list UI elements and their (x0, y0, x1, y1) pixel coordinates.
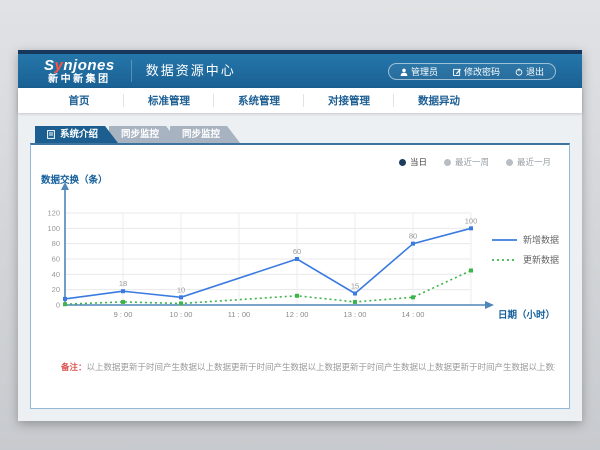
user-pill: 管理员 修改密码 退出 (388, 63, 556, 80)
y-tick-label: 60 (52, 255, 60, 264)
user-label: 管理员 (411, 65, 438, 78)
tab-label: 系统介绍 (60, 126, 98, 143)
y-tick-label: 80 (52, 239, 60, 248)
data-point-marker (295, 294, 299, 298)
radio-dot (506, 159, 513, 166)
data-point-label: 10 (177, 285, 185, 294)
x-tick-label: 13 : 00 (344, 310, 367, 319)
data-point-marker (179, 301, 183, 305)
x-axis-title: 日期（小时） (498, 309, 555, 321)
app-header: Synjones 新中新集团 数据资源中心 管理员 修改密码 退出 (18, 50, 582, 88)
data-point-label: 100 (465, 216, 478, 225)
y-tick-label: 120 (47, 209, 60, 218)
note-prefix: 备注： (61, 362, 87, 372)
legend-label: 更新数据 (523, 254, 559, 265)
chart-panel: 当日 最近一周 最近一月 0 20 40 60 80 100 120 9 : 00 10 : 0… (30, 143, 570, 409)
note-text: 以上数据更新于时间产生数据以上数据更新于时间产生数据以上数据更新于时间产生数据以… (87, 362, 555, 372)
nav-item-system-mgmt[interactable]: 系统管理 (214, 88, 304, 113)
radio-dot (444, 159, 451, 166)
radio-label: 当日 (410, 156, 427, 168)
x-tick-label: 11 : 00 (228, 310, 250, 319)
data-point-label: 18 (119, 279, 127, 288)
page: Synjones 新中新集团 数据资源中心 管理员 修改密码 退出 首页 标准管… (18, 50, 582, 421)
x-axis-arrow (485, 301, 494, 309)
tab-label: 同步监控 (121, 126, 159, 143)
footer-note: 备注：以上数据更新于时间产生数据以上数据更新于时间产生数据以上数据更新于时间产生… (61, 361, 555, 374)
radio-dot (399, 159, 406, 166)
main-nav: 首页 标准管理 系统管理 对接管理 数据异动 (18, 88, 582, 113)
radio-option-last-month[interactable]: 最近一月 (506, 156, 551, 168)
data-point-label: 80 (409, 232, 417, 241)
data-point-marker (411, 242, 415, 246)
tab-label: 同步监控 (182, 126, 220, 143)
brand-logo[interactable]: Synjones 新中新集团 (44, 58, 115, 85)
chart-wrap: 0 20 40 60 80 100 120 9 : 00 10 : 00 11 : 00 12 : … (37, 171, 563, 344)
data-point-marker (295, 257, 299, 261)
user-button[interactable]: 管理员 (400, 65, 438, 78)
y-axis-title: 数据交换（条） (40, 174, 108, 186)
change-password-button[interactable]: 修改密码 (453, 65, 500, 78)
radio-label: 最近一月 (517, 156, 551, 168)
data-point-marker (121, 300, 125, 304)
nav-item-data-change[interactable]: 数据异动 (394, 88, 484, 113)
power-icon (515, 68, 523, 76)
tab-bar: 系统介绍 同步监控 同步监控 (18, 113, 582, 143)
data-point-marker (469, 226, 473, 230)
tab-sync-monitor-1[interactable]: 同步监控 (109, 126, 179, 143)
data-point-marker (179, 295, 183, 299)
radio-option-last-week[interactable]: 最近一周 (444, 156, 489, 168)
change-password-label: 修改密码 (464, 65, 500, 78)
line-chart: 0 20 40 60 80 100 120 9 : 00 10 : 00 11 : 00 12 : … (37, 171, 563, 339)
app-title: 数据资源中心 (131, 60, 236, 82)
logo-sub: 新中新集团 (44, 75, 115, 85)
tab-system-intro[interactable]: 系统介绍 (35, 126, 118, 143)
edit-icon (453, 68, 461, 76)
data-point-marker (411, 295, 415, 299)
radio-option-today[interactable]: 当日 (399, 156, 427, 168)
logo-main: Synjones (44, 58, 115, 73)
data-point-marker (469, 269, 473, 273)
nav-item-interface-mgmt[interactable]: 对接管理 (304, 88, 394, 113)
x-tick-label: 10 : 00 (170, 310, 193, 319)
y-tick-label: 40 (52, 270, 60, 279)
data-point-label: 60 (293, 247, 301, 256)
logout-label: 退出 (526, 65, 544, 78)
content-area: 系统介绍 同步监控 同步监控 当日 最近一周 (18, 113, 582, 421)
range-filter: 当日 最近一周 最近一月 (399, 156, 551, 168)
data-point-label: 15 (351, 282, 359, 291)
document-icon (47, 130, 55, 139)
data-point-marker (121, 289, 125, 293)
data-point-marker (353, 292, 357, 296)
x-tick-label: 14 : 00 (402, 310, 425, 319)
x-tick-label: 9 : 00 (114, 310, 133, 319)
user-icon (400, 68, 408, 76)
radio-label: 最近一周 (455, 156, 489, 168)
x-tick-label: 12 : 00 (286, 310, 309, 319)
y-tick-label: 0 (56, 301, 60, 310)
legend-label: 新增数据 (523, 234, 559, 245)
y-tick-label: 20 (52, 285, 60, 294)
logout-button[interactable]: 退出 (515, 65, 544, 78)
tab-sync-monitor-2[interactable]: 同步监控 (170, 126, 240, 143)
nav-item-standard-mgmt[interactable]: 标准管理 (124, 88, 214, 113)
data-point-marker (353, 300, 357, 304)
y-tick-label: 100 (47, 224, 60, 233)
data-point-marker (63, 297, 67, 301)
nav-item-home[interactable]: 首页 (34, 88, 124, 113)
data-point-marker (63, 302, 67, 306)
